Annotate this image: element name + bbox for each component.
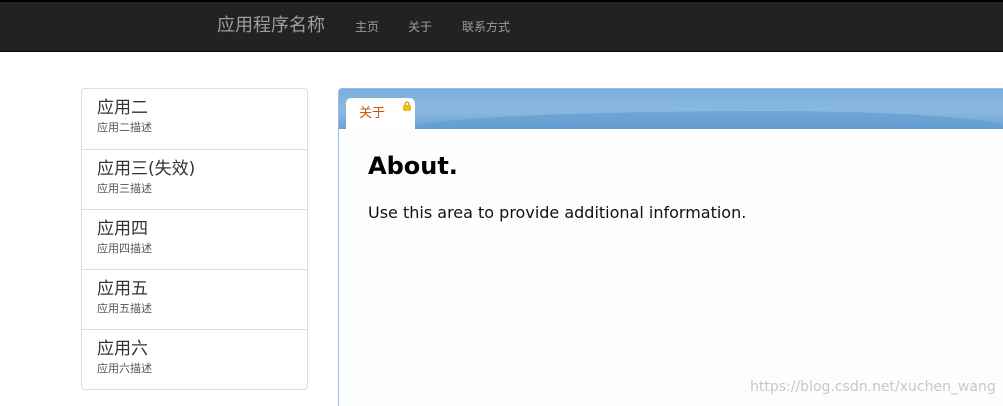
tab-label: 关于 [359, 106, 386, 121]
list-item-description: 应用四描述 [97, 242, 152, 255]
tab-panel: 关于 About. Use this area to provide addit… [338, 88, 1003, 406]
tab-strip-decoration [409, 111, 1003, 129]
content-title: About. [368, 152, 458, 180]
list-item[interactable]: 应用四 应用四描述 [82, 209, 307, 269]
list-item-title: 应用五 [97, 279, 148, 299]
list-item-description: 应用五描述 [97, 302, 152, 315]
nav-link-contact[interactable]: 联系方式 [462, 18, 510, 36]
list-item[interactable]: 应用六 应用六描述 [82, 329, 307, 389]
top-navbar: 应用程序名称 主页 关于 联系方式 [0, 0, 1003, 52]
list-item-title: 应用六 [97, 339, 148, 359]
lock-icon [403, 101, 411, 111]
list-item-description: 应用二描述 [97, 121, 152, 134]
list-item-description: 应用三描述 [97, 182, 152, 195]
list-item[interactable]: 应用五 应用五描述 [82, 269, 307, 329]
tab-content: About. Use this area to provide addition… [339, 129, 1003, 406]
list-item-title: 应用四 [97, 219, 148, 239]
tab-about[interactable]: 关于 [346, 98, 415, 129]
tab-strip: 关于 [339, 89, 1003, 129]
nav-link-home[interactable]: 主页 [355, 18, 379, 36]
list-item-title: 应用二 [97, 98, 148, 118]
app-list: 应用二 应用二描述 应用三(失效) 应用三描述 应用四 应用四描述 应用五 应用… [81, 88, 308, 390]
nav-link-about[interactable]: 关于 [408, 18, 432, 36]
list-item[interactable]: 应用二 应用二描述 [82, 89, 307, 149]
list-item-title: 应用三(失效) [97, 159, 196, 179]
watermark: https://blog.csdn.net/xuchen_wang [750, 379, 996, 395]
content-text: Use this area to provide additional info… [368, 203, 747, 222]
list-item-description: 应用六描述 [97, 362, 152, 375]
brand-link[interactable]: 应用程序名称 [217, 14, 325, 38]
list-item[interactable]: 应用三(失效) 应用三描述 [82, 149, 307, 209]
